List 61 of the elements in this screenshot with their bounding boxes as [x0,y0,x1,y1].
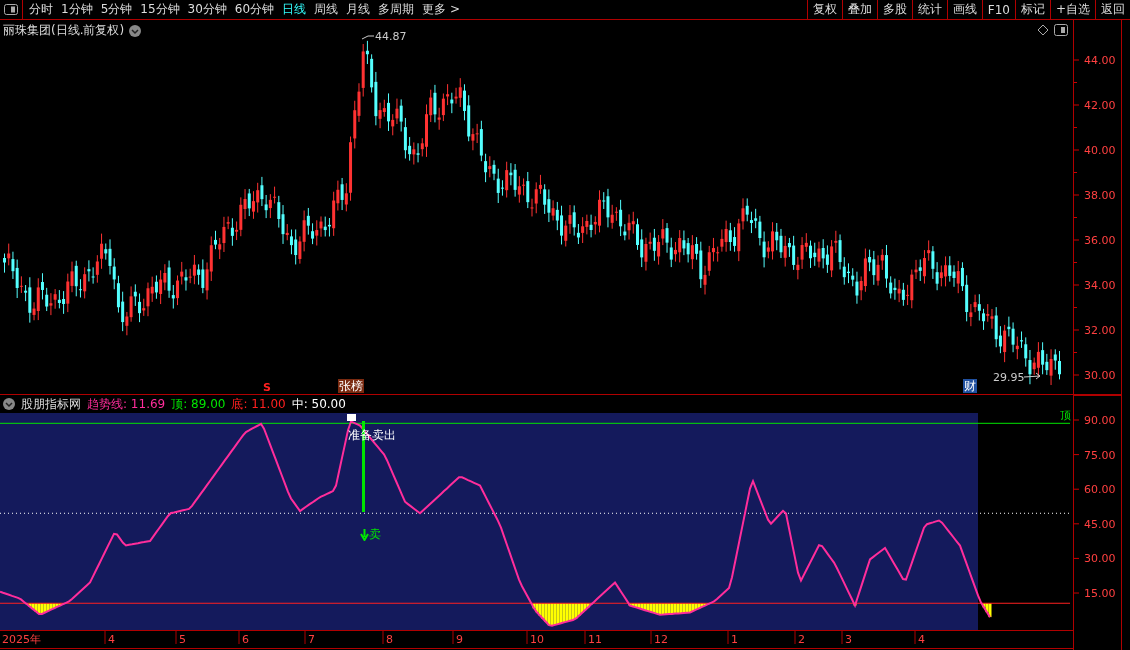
indicator-tick-label: 60.00 [1084,483,1116,497]
leader-line [361,35,375,40]
date-label: 2 [798,633,805,646]
limit-up-badge: 张榜 [338,379,364,393]
period-tab[interactable]: 5分钟 [100,1,133,18]
leader-line [1023,372,1041,380]
date-label: 4 [108,633,115,646]
collapse-icon[interactable] [3,398,15,410]
period-tab[interactable]: 60分钟 [234,1,275,18]
indicator-tick-label: 75.00 [1084,448,1116,462]
date-label: 3 [845,633,852,646]
period-tab[interactable]: 多周期 [378,1,415,18]
legend-value: 底: 11.00 [231,395,286,413]
sell-label: 卖 [369,526,381,543]
date-label: 9 [456,633,463,646]
period-tab[interactable]: 1分钟 [61,1,93,18]
period-tab[interactable]: 更多 > [422,1,460,18]
indicator-tick-label: 15.00 [1084,587,1116,601]
period-tab[interactable]: 日线 [282,1,307,18]
price-tick-label: 30.00 [1084,369,1116,382]
panel-toggle-icon[interactable] [4,4,18,15]
date-label: 7 [308,633,315,646]
period-tab[interactable]: 月线 [346,1,371,18]
legend-value: 趋势线: 11.69 [87,395,166,413]
signal-marker: S [263,381,271,394]
date-label: 5 [179,633,186,646]
period-tab[interactable]: 分时 [29,1,53,18]
price-tick-label: 40.00 [1084,144,1116,157]
date-label: 8 [386,633,393,646]
date-label: 4 [918,633,925,646]
period-tab[interactable]: 15分钟 [140,1,180,18]
indicator-tick-label: 45.00 [1084,517,1116,531]
date-label: 11 [588,633,602,646]
chart-title: 丽珠集团(日线.前复权) [3,22,125,39]
indicator-tick-label: 90.00 [1084,414,1116,427]
price-tick-label: 34.00 [1084,279,1116,292]
date-label: 10 [530,633,544,646]
indicator-tick-label: 30.00 [1084,552,1116,566]
date-label: 12 [654,633,668,646]
top-line-label: 顶 [1060,408,1071,423]
finance-badge: 财 [963,379,977,393]
signal-block [347,414,356,421]
panel-toggle-icon[interactable] [1054,24,1068,36]
dropdown-icon[interactable] [129,24,142,37]
price-tick-label: 42.00 [1084,99,1116,112]
date-label: 1 [731,633,738,646]
down-arrow-icon [360,528,369,541]
price-tick-label: 32.00 [1084,324,1116,337]
legend-value: 中: 50.00 [291,395,346,413]
indicator-title: 股朋指标网 [21,395,81,413]
period-tab[interactable]: 30分钟 [187,1,227,18]
price-tick-label: 36.00 [1084,234,1116,247]
high-price-label: 44.87 [375,30,407,43]
date-label: 2025年 [2,633,41,646]
diamond-icon[interactable] [1037,24,1049,36]
low-price-label: 29.95 [993,371,1025,384]
price-tick-label: 38.00 [1084,189,1116,202]
legend-value: 顶: 89.00 [171,395,226,413]
price-tick-label: 44.00 [1084,54,1116,67]
date-label: 6 [242,633,249,646]
period-tab[interactable]: 周线 [314,1,339,18]
